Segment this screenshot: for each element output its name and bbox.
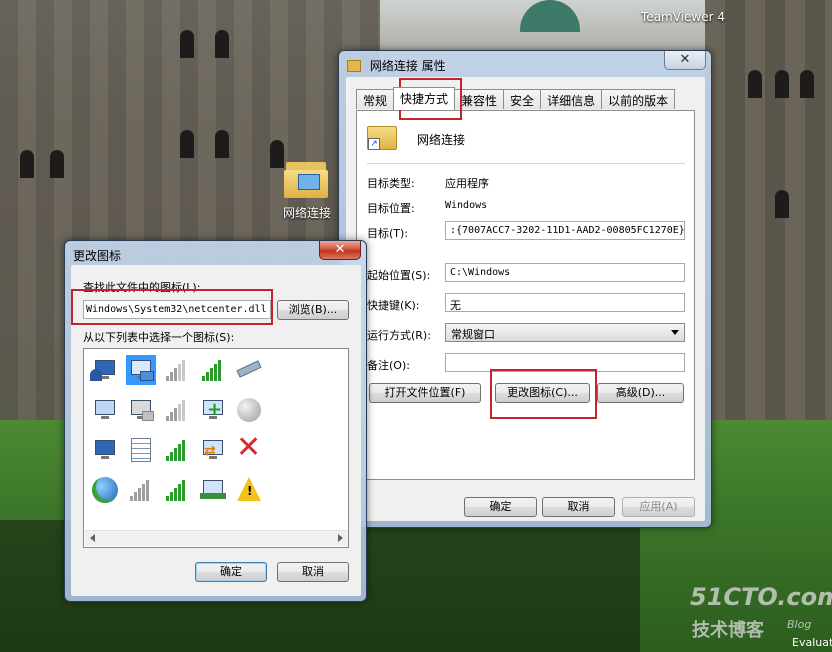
computer-network-icon[interactable]	[90, 435, 120, 465]
icon-list[interactable]: + ⇄ ✕!	[83, 348, 349, 548]
folder-icon	[284, 160, 330, 200]
properties-titlebar[interactable]: 网络连接 属性 ✕	[339, 51, 711, 77]
highlight-change-icon-button	[490, 369, 597, 419]
shortcut-folder-icon: ↗	[367, 123, 399, 153]
icon-list-label: 从以下列表中选择一个图标(S):	[83, 331, 235, 344]
chevron-down-icon	[671, 330, 679, 335]
desktop-icon-network-connections[interactable]: 网络连接	[276, 160, 338, 221]
run-select-value: 常规窗口	[451, 328, 495, 341]
shortcut-name: 网络连接	[417, 133, 466, 147]
network-users-icon[interactable]	[90, 355, 120, 385]
scroll-right-icon[interactable]	[338, 534, 343, 542]
dialog-title: 网络连接 属性	[369, 59, 446, 73]
browse-button[interactable]: 浏览(B)...	[277, 300, 349, 320]
target-location-label: 目标位置:	[367, 202, 415, 215]
watermark-logo: 51CTO.com	[690, 583, 832, 611]
signal-bars-icon[interactable]	[162, 395, 192, 425]
signal-bars-green-icon[interactable]	[198, 355, 228, 385]
building-window	[775, 190, 789, 218]
red-x-icon[interactable]: ✕	[234, 433, 264, 465]
watermark-blog: Blog	[787, 618, 812, 631]
tab-shortcut[interactable]: 快捷方式	[393, 87, 456, 110]
tab-general[interactable]: 常规	[356, 89, 395, 109]
desktop-icon-teamviewer[interactable]: TeamViewer 4	[640, 10, 726, 24]
shortcut-tab-panel: ↗ 网络连接 目标类型: 应用程序 目标位置: Windows 目标(T): :…	[356, 110, 695, 480]
ok-button[interactable]: 确定	[195, 562, 267, 582]
network-computer-icon[interactable]	[126, 355, 156, 385]
shortcut-key-field[interactable]: 无	[445, 293, 685, 312]
warning-icon[interactable]: !	[234, 475, 264, 505]
computer-monitor-icon[interactable]	[90, 395, 120, 425]
ok-button[interactable]: 确定	[464, 497, 537, 517]
building-window	[748, 70, 762, 98]
building-window	[800, 70, 814, 98]
run-select[interactable]: 常规窗口	[445, 323, 685, 342]
cancel-button[interactable]: 取消	[542, 497, 615, 517]
network-adapter-icon[interactable]	[198, 475, 228, 505]
tab-security[interactable]: 安全	[503, 89, 542, 109]
building-window	[775, 70, 789, 98]
building-window	[20, 150, 34, 178]
target-label: 目标(T):	[367, 227, 409, 240]
target-type-value: 应用程序	[445, 177, 489, 190]
tab-strip: 常规 快捷方式 兼容性 安全 详细信息 以前的版本	[356, 87, 676, 110]
building-window	[215, 30, 229, 58]
tab-previous-versions[interactable]: 以前的版本	[601, 89, 676, 109]
cancel-button[interactable]: 取消	[277, 562, 349, 582]
ethernet-cable-icon[interactable]	[234, 355, 264, 385]
start-in-label: 起始位置(S):	[367, 269, 431, 282]
globe-gray-icon[interactable]	[234, 395, 264, 425]
signal-bars-green-icon[interactable]	[162, 475, 192, 505]
signal-bars-icon[interactable]	[162, 355, 192, 385]
apply-button[interactable]: 应用(A)	[622, 497, 695, 517]
comment-label: 备注(O):	[367, 359, 410, 372]
close-button[interactable]: ✕	[319, 241, 361, 260]
building-tower	[705, 0, 832, 430]
shortcut-key-label: 快捷键(K):	[367, 299, 420, 312]
divider	[367, 163, 685, 164]
dialog-title: 更改图标	[73, 249, 122, 263]
desktop-icon-label: 网络连接	[282, 206, 331, 220]
open-file-location-button[interactable]: 打开文件位置(F)	[369, 383, 481, 403]
network-disconnected-icon[interactable]	[126, 395, 156, 425]
evaluation-text: Evaluat	[792, 636, 832, 649]
change-icon-titlebar[interactable]: 更改图标 ✕	[65, 241, 366, 267]
run-label: 运行方式(R):	[367, 329, 431, 342]
building-window	[215, 130, 229, 158]
watermark-subtitle: 技术博客	[692, 620, 764, 641]
close-button[interactable]: ✕	[664, 51, 706, 70]
scroll-left-icon[interactable]	[90, 534, 95, 542]
horizontal-scrollbar[interactable]	[85, 530, 348, 546]
tab-details[interactable]: 详细信息	[540, 89, 603, 109]
signal-bars-gray-icon[interactable]	[126, 475, 156, 505]
globe-icon[interactable]	[90, 475, 120, 505]
network-add-icon[interactable]: +	[198, 395, 228, 425]
signal-bars-green-icon[interactable]	[162, 435, 192, 465]
highlight-icon-file-path	[71, 289, 273, 325]
properties-dialog: 网络连接 属性 ✕ 常规 快捷方式 兼容性 安全 详细信息 以前的版本 ↗ 网络…	[338, 50, 712, 528]
checklist-icon[interactable]	[126, 435, 156, 465]
start-in-field[interactable]: C:\Windows	[445, 263, 685, 282]
building-window	[180, 130, 194, 158]
advanced-button[interactable]: 高级(D)...	[597, 383, 684, 403]
building-window	[180, 30, 194, 58]
network-transfer-icon[interactable]: ⇄	[198, 435, 228, 465]
target-location-value: Windows	[445, 200, 488, 211]
building-window	[50, 150, 64, 178]
target-field[interactable]: :{7007ACC7-3202-11D1-AAD2-00805FC1270E}	[445, 221, 685, 240]
target-type-label: 目标类型:	[367, 177, 415, 190]
desktop-icon-label: TeamViewer 4	[641, 10, 725, 24]
folder-small-icon	[347, 60, 361, 72]
